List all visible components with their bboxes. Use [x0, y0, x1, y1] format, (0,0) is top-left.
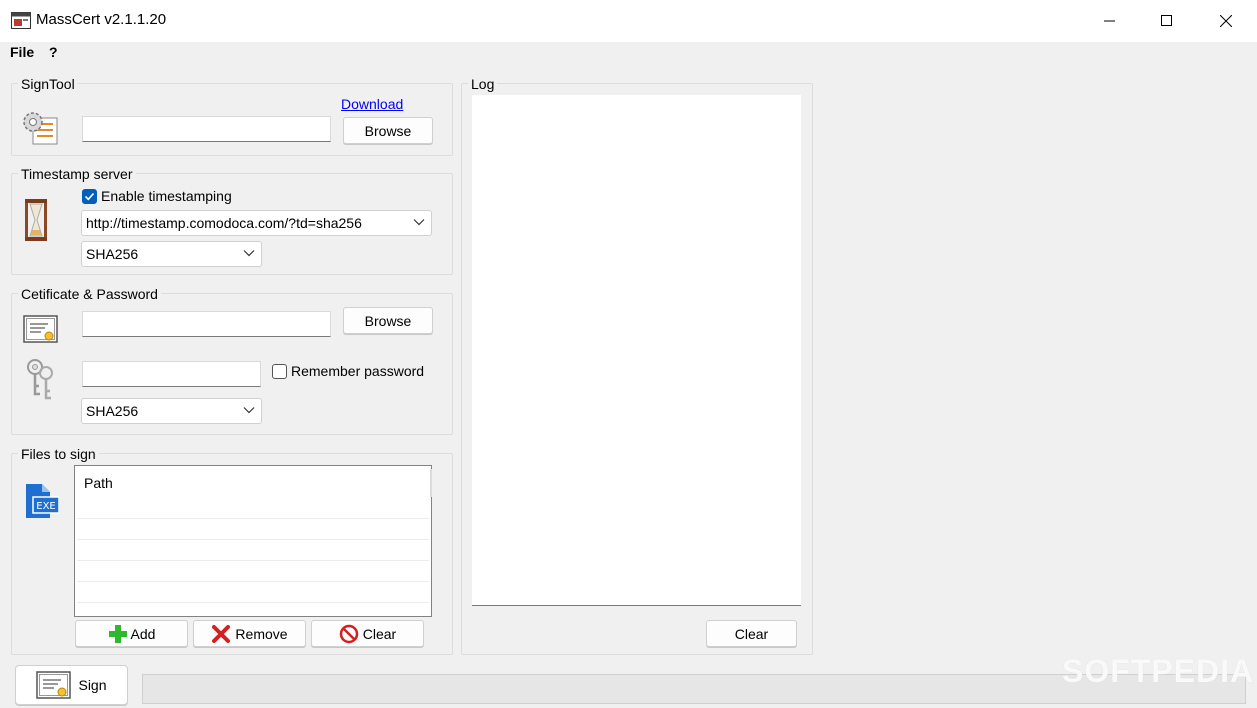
timestamp-algorithm-select[interactable]: SHA256 — [81, 241, 262, 267]
certificate-group-label: Cetificate & Password — [18, 286, 161, 302]
chevron-down-icon — [413, 219, 425, 226]
minimize-button[interactable] — [1081, 0, 1139, 42]
app-icon — [11, 12, 31, 29]
timestamp-server-value: http://timestamp.comodoca.com/?td=sha256 — [86, 215, 362, 231]
remember-password-checkbox[interactable] — [272, 364, 287, 379]
timestamp-server-select[interactable]: http://timestamp.comodoca.com/?td=sha256 — [81, 210, 432, 236]
plus-icon — [108, 624, 127, 643]
gear-document-icon — [23, 112, 58, 145]
list-row-divider — [77, 539, 429, 540]
chevron-down-icon — [243, 407, 255, 414]
remove-button[interactable]: Remove — [193, 620, 306, 647]
signtool-path-input[interactable] — [82, 116, 331, 142]
column-divider — [430, 469, 432, 497]
title-bar — [0, 0, 1257, 42]
maximize-icon — [1161, 15, 1172, 26]
add-button-label: Add — [130, 625, 156, 642]
menu-help[interactable]: ? — [49, 44, 58, 60]
certificate-algorithm-select[interactable]: SHA256 — [81, 398, 262, 424]
chevron-down-icon — [243, 250, 255, 257]
timestamp-algorithm-value: SHA256 — [86, 246, 139, 262]
log-group-label: Log — [468, 76, 498, 92]
sign-button[interactable]: Sign — [15, 665, 128, 705]
exe-file-icon: EXE — [26, 484, 59, 518]
red-x-icon — [212, 624, 231, 643]
list-row-divider — [77, 518, 429, 519]
list-row-divider — [77, 602, 429, 603]
menu-file[interactable]: File — [10, 44, 34, 60]
window-title: MassCert v2.1.1.20 — [36, 11, 167, 28]
checkmark-icon — [84, 192, 95, 201]
enable-timestamping-label[interactable]: Enable timestamping — [101, 188, 232, 204]
hourglass-icon — [25, 199, 47, 241]
list-row-divider — [77, 581, 429, 582]
certificate-icon — [23, 315, 58, 343]
watermark: SOFTPEDIA — [1062, 653, 1255, 689]
list-row-divider — [77, 560, 429, 561]
column-header-path[interactable]: Path — [84, 475, 113, 491]
no-entry-icon — [339, 624, 359, 643]
minimize-icon — [1104, 20, 1115, 22]
files-group-label: Files to sign — [18, 446, 99, 462]
close-icon — [1220, 15, 1232, 27]
timestamp-group-label: Timestamp server — [18, 166, 136, 182]
sign-button-label: Sign — [78, 677, 107, 693]
certificate-browse-button[interactable]: Browse — [343, 307, 433, 334]
maximize-button[interactable] — [1138, 0, 1196, 42]
files-list[interactable]: Path — [74, 465, 432, 617]
clear-files-button-label: Clear — [362, 625, 397, 642]
certificate-algorithm-value: SHA256 — [86, 403, 139, 419]
password-input[interactable] — [82, 361, 261, 387]
log-textarea[interactable] — [472, 95, 801, 606]
close-button[interactable] — [1197, 0, 1255, 42]
signtool-browse-button[interactable]: Browse — [343, 117, 433, 144]
download-link[interactable]: Download — [341, 96, 403, 112]
enable-timestamping-checkbox[interactable] — [82, 189, 97, 204]
keys-icon — [27, 359, 53, 400]
menu-bar — [0, 42, 1257, 64]
clear-files-button[interactable]: Clear — [311, 620, 424, 647]
svg-text:EXE: EXE — [36, 501, 56, 512]
remove-button-label: Remove — [235, 625, 288, 642]
clear-log-button[interactable]: Clear — [706, 620, 797, 647]
signtool-group-label: SignTool — [18, 76, 78, 92]
add-button[interactable]: Add — [75, 620, 188, 647]
remember-password-label[interactable]: Remember password — [291, 363, 424, 379]
certificate-path-input[interactable] — [82, 311, 331, 337]
certificate-icon — [36, 671, 72, 699]
